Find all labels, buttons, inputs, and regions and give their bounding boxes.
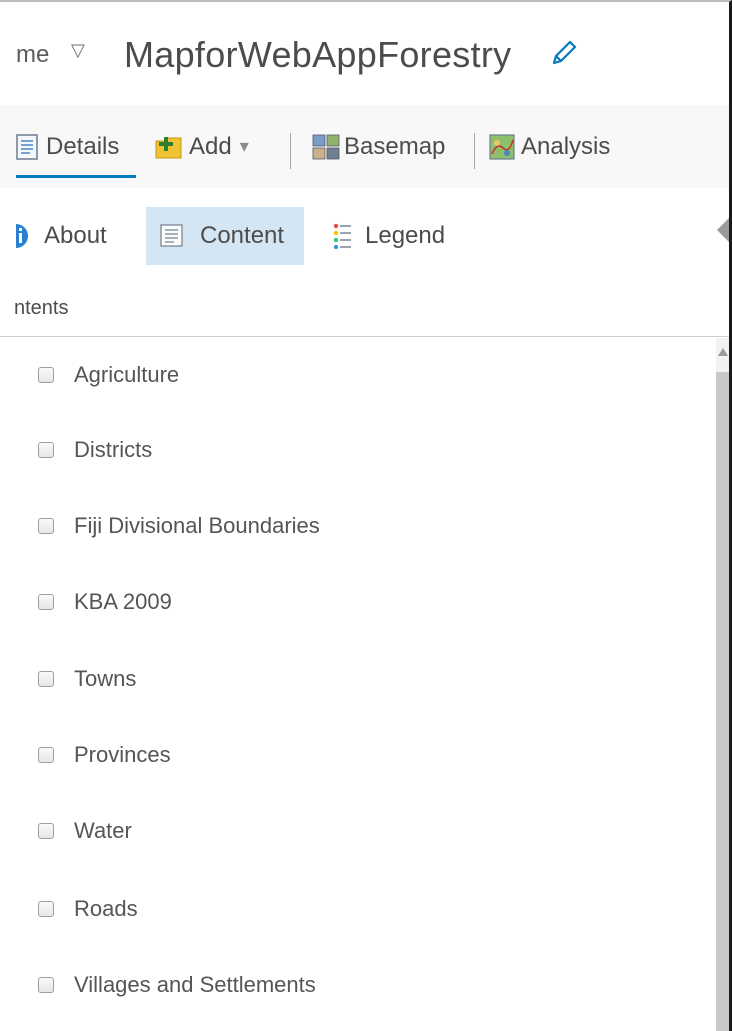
list-item[interactable]: Agriculture <box>38 355 179 395</box>
list-item[interactable]: Water <box>38 811 132 851</box>
layer-visibility-checkbox[interactable] <box>38 747 54 763</box>
layer-label: Towns <box>74 666 137 691</box>
layer-visibility-checkbox[interactable] <box>38 518 54 534</box>
tab-legend[interactable]: Legend <box>333 207 445 265</box>
tab-content[interactable]: Content <box>146 207 304 265</box>
add-icon <box>155 136 182 158</box>
analysis-button[interactable]: Analysis <box>489 105 610 188</box>
details-icon <box>16 133 38 160</box>
home-link[interactable]: me <box>16 41 49 69</box>
layer-label: Provinces <box>74 742 171 767</box>
layer-label: Villages and Settlements <box>74 972 316 997</box>
info-icon <box>16 224 28 248</box>
layer-visibility-checkbox[interactable] <box>38 594 54 610</box>
list-item[interactable]: Fiji Divisional Boundaries <box>38 506 320 546</box>
add-label: Add <box>189 132 232 160</box>
details-button[interactable]: Details <box>16 105 136 188</box>
tab-about[interactable]: About <box>16 207 107 265</box>
details-label: Details <box>46 132 120 160</box>
analysis-label: Analysis <box>521 132 611 160</box>
legend-icon <box>333 223 351 250</box>
layer-visibility-checkbox[interactable] <box>38 901 54 917</box>
tab-about-label: About <box>44 222 107 249</box>
toolbar-divider <box>474 133 475 169</box>
basemap-button[interactable]: Basemap <box>312 105 445 188</box>
layer-list: Agriculture Districts Fiji Divisional Bo… <box>0 337 714 1031</box>
layer-visibility-checkbox[interactable] <box>38 823 54 839</box>
layer-visibility-checkbox[interactable] <box>38 367 54 383</box>
collapse-panel-arrow-icon[interactable] <box>717 218 729 242</box>
scrollbar-thumb[interactable] <box>716 372 729 1031</box>
list-item[interactable]: Districts <box>38 430 152 470</box>
layer-label: KBA 2009 <box>74 589 172 614</box>
map-title: MapforWebAppForestry <box>124 34 512 75</box>
layer-visibility-checkbox[interactable] <box>38 442 54 458</box>
pencil-icon[interactable] <box>547 36 581 70</box>
basemap-icon <box>312 134 340 159</box>
layer-visibility-checkbox[interactable] <box>38 671 54 687</box>
layer-label: Roads <box>74 896 138 921</box>
contents-heading: ntents <box>14 297 69 319</box>
add-caret-icon: ▾ <box>239 136 249 156</box>
content-list-icon <box>160 224 183 247</box>
tab-content-label: Content <box>200 222 285 249</box>
list-item[interactable]: Towns <box>38 659 136 699</box>
basemap-label: Basemap <box>344 132 446 160</box>
add-button[interactable]: Add ▾ <box>155 105 249 188</box>
panel-tabs: About Content Legend <box>0 188 729 284</box>
scroll-up-arrow-icon[interactable] <box>718 348 728 356</box>
layer-label: Fiji Divisional Boundaries <box>74 513 320 538</box>
map-toolbar: Details Add ▾ Basemap Analysis <box>0 105 729 189</box>
list-item[interactable]: Roads <box>38 889 138 929</box>
title-bar: me ▽ MapforWebAppForestry <box>0 2 729 105</box>
layer-label: Agriculture <box>74 362 180 387</box>
list-item[interactable]: Villages and Settlements <box>38 965 316 1005</box>
home-dropdown-caret[interactable]: ▽ <box>71 40 85 61</box>
layer-label: Water <box>74 818 132 843</box>
toolbar-divider <box>290 133 291 169</box>
details-active-underline <box>16 175 136 178</box>
layer-visibility-checkbox[interactable] <box>38 977 54 993</box>
list-item[interactable]: Provinces <box>38 735 171 775</box>
tab-legend-label: Legend <box>365 222 446 249</box>
layer-label: Districts <box>74 437 153 462</box>
list-item[interactable]: KBA 2009 <box>38 582 172 622</box>
analysis-icon <box>489 133 515 160</box>
